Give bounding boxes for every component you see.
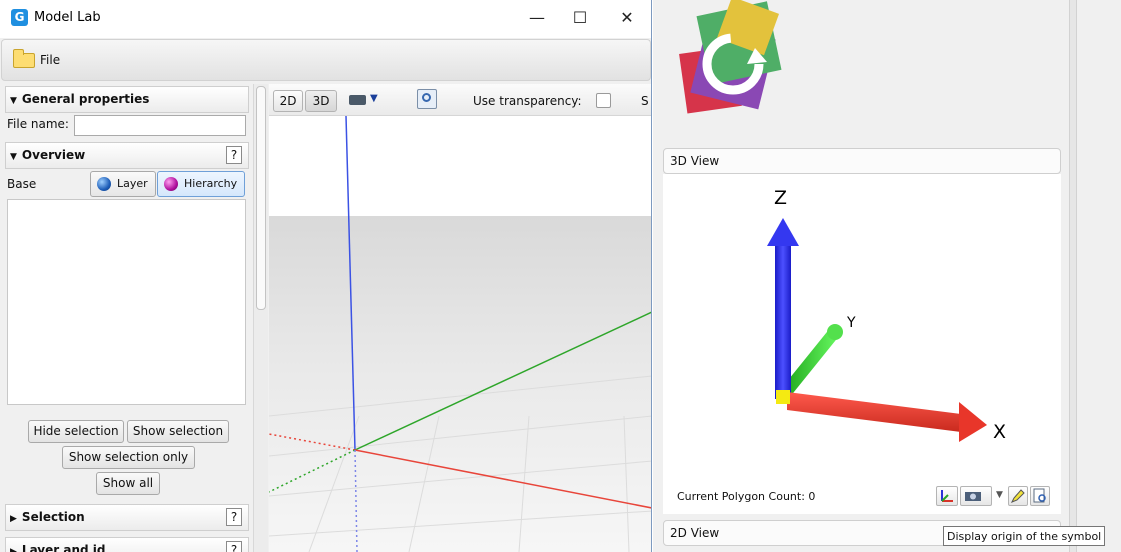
magnifier-icon: [422, 93, 431, 102]
hierarchy-button[interactable]: Hierarchy: [157, 171, 245, 197]
title-bar[interactable]: G Model Lab — ☐ ✕: [0, 0, 651, 38]
file-menu[interactable]: File: [40, 53, 60, 67]
file-name-label: File name:: [7, 117, 69, 131]
display-origin-button[interactable]: [936, 486, 958, 506]
layer-sphere-icon: [97, 177, 111, 191]
overview-header[interactable]: ▼ Overview ?: [5, 142, 249, 169]
y-axis-cap: [827, 324, 843, 340]
3d-scene[interactable]: [269, 116, 652, 552]
view-3d-button[interactable]: 3D: [305, 90, 337, 112]
truncated-toolbar-label: S: [641, 94, 649, 108]
expand-right-icon: ▶: [10, 547, 17, 552]
axis-preview: Z Y X Current Polygon Count: 0 ▼: [663, 174, 1061, 514]
3d-viewport[interactable]: 2D 3D ▼ Use transparency: S: [269, 84, 652, 552]
overview-tree[interactable]: [7, 199, 246, 405]
menu-bar: File: [1, 39, 651, 81]
hide-selection-button[interactable]: Hide selection: [28, 420, 124, 443]
close-button[interactable]: ✕: [609, 6, 645, 32]
highlight-button[interactable]: [1008, 486, 1028, 506]
z-axis-label: Z: [774, 187, 787, 209]
show-selection-only-button[interactable]: Show selection only: [62, 446, 195, 469]
sky-background: [269, 116, 651, 216]
y-axis-label: Y: [846, 315, 856, 331]
base-label: Base: [7, 177, 37, 191]
view-2d-button[interactable]: 2D: [273, 90, 303, 112]
layer-and-id-label: Layer and id: [21, 543, 106, 552]
layer-button-label: Layer: [117, 177, 148, 190]
origin-axes-graphic: Z Y X: [767, 187, 1006, 443]
file-name-input[interactable]: [74, 115, 246, 136]
right-splitter[interactable]: [1069, 0, 1077, 552]
x-axis-shaft: [787, 392, 961, 432]
layer-button[interactable]: Layer: [90, 171, 156, 197]
z-axis-shaft: [775, 244, 791, 399]
use-transparency-checkbox[interactable]: [596, 93, 611, 108]
general-properties-header[interactable]: ▼ General properties: [5, 86, 249, 113]
app-logo: [679, 0, 782, 114]
screen: G Model Lab — ☐ ✕ File ▼ General properti…: [0, 0, 1121, 552]
expand-right-icon: ▶: [10, 514, 17, 524]
general-properties-label: General properties: [21, 92, 150, 106]
document-search-icon: [1033, 488, 1046, 503]
hierarchy-button-label: Hierarchy: [184, 177, 238, 190]
chevron-down-icon[interactable]: ▼: [370, 93, 378, 104]
pencil-icon: [1010, 489, 1025, 503]
layer-and-id-help-button[interactable]: ?: [226, 541, 242, 552]
origin-axes-icon: [941, 490, 953, 502]
folder-icon[interactable]: [13, 49, 35, 68]
zoom-extents-button[interactable]: [417, 89, 437, 109]
z-axis-arrowhead: [767, 218, 799, 246]
model-lab-window: G Model Lab — ☐ ✕ File ▼ General properti…: [0, 0, 652, 552]
layer-and-id-header[interactable]: ▶ Layer and id ?: [5, 537, 249, 552]
tooltip: Display origin of the symbol: [943, 526, 1106, 546]
preview-toolbar: ▼: [936, 486, 1050, 508]
origin-marker: [776, 390, 790, 404]
symbol-preview-panel: 3D View Z Y X Current Polygon Count: 0 ▼…: [653, 0, 1121, 552]
viewport-toolbar: 2D 3D ▼ Use transparency: S: [269, 84, 651, 116]
show-selection-button[interactable]: Show selection: [127, 420, 229, 443]
x-axis-arrowhead: [959, 402, 987, 442]
overview-help-button[interactable]: ?: [226, 146, 242, 164]
overview-label: Overview: [21, 148, 86, 162]
use-transparency-label: Use transparency:: [473, 94, 582, 108]
maximize-button[interactable]: ☐: [562, 6, 598, 32]
polygon-count: Current Polygon Count: 0: [677, 490, 816, 503]
chevron-down-icon[interactable]: ▼: [996, 490, 1003, 500]
x-axis-label: X: [993, 421, 1006, 443]
eye-icon: [965, 492, 981, 501]
selection-help-button[interactable]: ?: [226, 508, 242, 526]
expand-down-icon: ▼: [10, 96, 17, 106]
camera-icon[interactable]: [349, 95, 366, 105]
camera-view-button[interactable]: [960, 486, 992, 506]
window-title: Model Lab: [34, 10, 101, 25]
selection-header[interactable]: ▶ Selection ?: [5, 504, 249, 531]
scrollbar-thumb[interactable]: [256, 86, 266, 310]
ground-plane: [269, 216, 651, 552]
minimize-button[interactable]: —: [519, 6, 555, 32]
hierarchy-sphere-icon: [164, 177, 178, 191]
show-all-button[interactable]: Show all: [96, 472, 160, 495]
3d-view-header[interactable]: 3D View: [663, 148, 1061, 174]
app-icon: G: [11, 9, 28, 26]
screenshot-button[interactable]: [1030, 486, 1050, 506]
selection-label: Selection: [21, 510, 85, 524]
expand-down-icon: ▼: [10, 152, 17, 162]
